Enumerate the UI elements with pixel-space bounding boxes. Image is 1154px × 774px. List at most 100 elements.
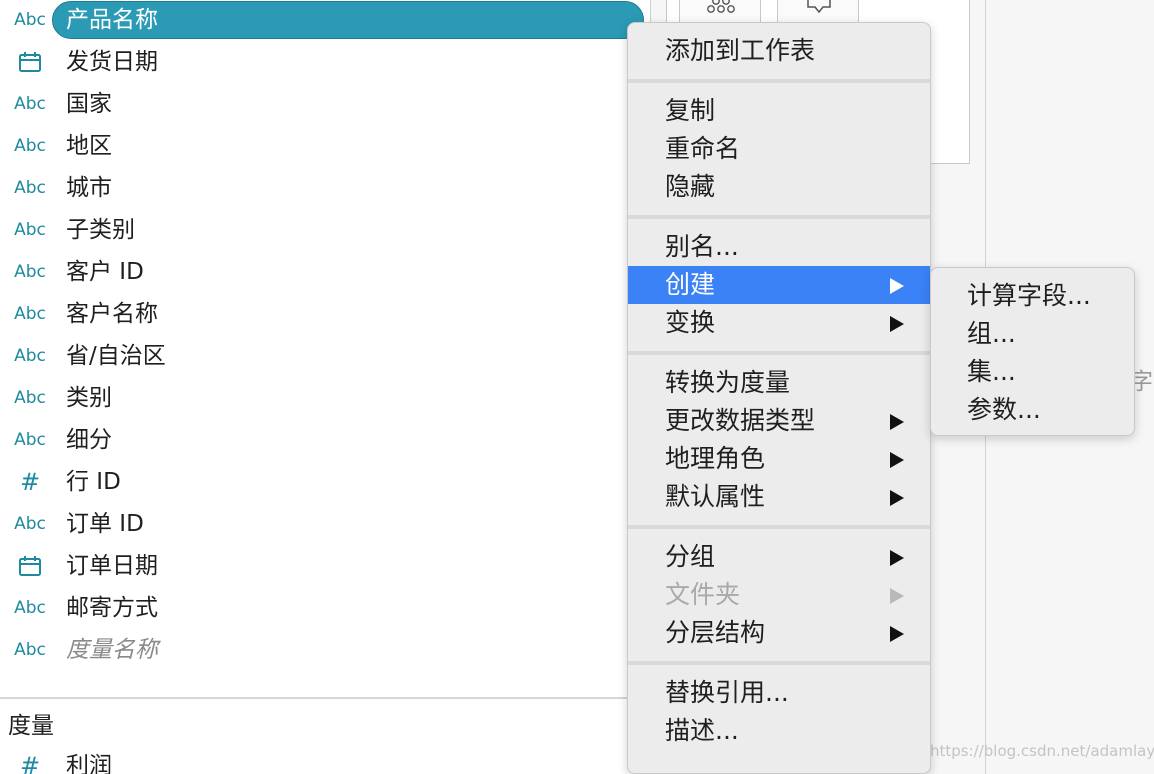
menu-separator: [628, 525, 930, 529]
menu-item[interactable]: 隐藏: [628, 168, 930, 206]
menu-item[interactable]: 添加到工作表: [628, 32, 930, 70]
submenu-item[interactable]: 组...: [931, 315, 1134, 353]
field-row[interactable]: 发货日期: [0, 43, 650, 81]
menu-item[interactable]: 变换: [628, 304, 930, 342]
submenu-item-label: 计算字段...: [967, 281, 1091, 310]
field-row[interactable]: Abc 细分: [0, 421, 650, 459]
menu-item[interactable]: 替换引用...: [628, 674, 930, 712]
abc-string-icon: Abc: [14, 94, 46, 114]
field-name: 订单 ID: [66, 511, 144, 537]
menu-item: 文件夹: [628, 576, 930, 614]
submenu-item-label: 参数...: [967, 395, 1041, 424]
field-row[interactable]: Abc 城市: [0, 169, 650, 207]
number-hash-icon: #: [19, 468, 41, 496]
menu-item[interactable]: 创建: [628, 266, 930, 304]
abc-string-icon: Abc: [14, 388, 46, 408]
menu-item-label: 更改数据类型: [665, 406, 816, 435]
tableau-workspace: Abc 产品名称发货日期 Abc 国家 Abc 地区 Abc 城市 Abc 子类别 Abc 客户 ID…: [0, 0, 1154, 774]
field-name: 子类别: [66, 217, 135, 243]
field-row[interactable]: Abc 国家: [0, 85, 650, 123]
menu-separator: [628, 79, 930, 83]
submenu-arrow-icon: [890, 550, 904, 566]
submenu-arrow-icon: [890, 278, 904, 294]
submenu-item[interactable]: 集...: [931, 353, 1134, 391]
abc-string-icon: Abc: [14, 136, 46, 156]
menu-item[interactable]: 更改数据类型: [628, 402, 930, 440]
menu-separator: [628, 661, 930, 665]
field-row[interactable]: Abc 省/自治区: [0, 337, 650, 375]
menu-item[interactable]: 地理角色: [628, 440, 930, 478]
menu-item-label: 创建: [665, 270, 716, 299]
abc-string-icon: Abc: [14, 178, 46, 198]
calendar-date-icon: [0, 547, 60, 585]
field-name: 类别: [66, 385, 112, 411]
menu-item-label: 分层结构: [665, 618, 766, 647]
field-name: 订单日期: [66, 553, 158, 579]
abc-string-icon: Abc: [14, 598, 46, 618]
field-name: 邮寄方式: [66, 595, 158, 621]
field-row[interactable]: Abc 邮寄方式: [0, 589, 650, 627]
measures-section-title: 度量: [8, 713, 54, 739]
field-context-menu: 添加到工作表复制 重命名隐藏别名... 创建变换转换为度量更改数据类型 地理角色默认属…: [627, 22, 931, 774]
field-row[interactable]: Abc 客户 ID: [0, 253, 650, 291]
calendar-date-icon: [0, 43, 60, 81]
field-name: 行 ID: [66, 469, 121, 495]
field-row[interactable]: 订单日期: [0, 547, 650, 585]
field-name: 客户 ID: [66, 259, 144, 285]
menu-item-label: 替换引用...: [665, 678, 789, 707]
field-row[interactable]: # 利润: [0, 747, 650, 774]
field-name: 客户名称: [66, 301, 158, 327]
menu-item[interactable]: 描述...: [628, 712, 930, 750]
abc-string-icon: Abc: [14, 346, 46, 366]
submenu-arrow-icon: [890, 588, 904, 604]
menu-item-label: 添加到工作表: [665, 36, 816, 65]
menu-item[interactable]: 默认属性: [628, 478, 930, 516]
submenu-item-label: 组...: [967, 319, 1016, 348]
menu-item-label: 别名...: [665, 232, 739, 261]
submenu-item-label: 集...: [967, 357, 1016, 386]
menu-item-label: 描述...: [665, 716, 739, 745]
menu-item[interactable]: 分层结构: [628, 614, 930, 652]
field-name: 发货日期: [66, 49, 158, 75]
menu-item[interactable]: 重命名: [628, 130, 930, 168]
field-row[interactable]: Abc 产品名称: [0, 1, 650, 39]
menu-item[interactable]: 转换为度量: [628, 364, 930, 402]
menu-item[interactable]: 别名...: [628, 228, 930, 266]
number-hash-icon: #: [19, 752, 41, 774]
field-row[interactable]: Abc 订单 ID: [0, 505, 650, 543]
field-row[interactable]: Abc 地区: [0, 127, 650, 165]
field-name: 细分: [66, 427, 112, 453]
menu-item-label: 隐藏: [665, 172, 716, 201]
field-name: 城市: [66, 175, 112, 201]
submenu-arrow-icon: [890, 490, 904, 506]
measures-divider: [0, 697, 650, 699]
menu-item-label: 转换为度量: [665, 368, 791, 397]
detail-dots-icon: [707, 0, 735, 13]
tooltip-bubble-icon: [807, 0, 831, 14]
menu-separator: [628, 351, 930, 355]
watermark: https://blog.csdn.net/adamlay: [930, 742, 1154, 760]
submenu-item[interactable]: 计算字段...: [931, 277, 1134, 315]
field-row[interactable]: Abc 子类别: [0, 211, 650, 249]
field-name: 利润: [66, 753, 112, 774]
menu-item[interactable]: 分组: [628, 538, 930, 576]
menu-item-label: 变换: [665, 308, 716, 337]
submenu-arrow-icon: [890, 316, 904, 332]
field-name: 省/自治区: [66, 343, 166, 369]
menu-item-label: 地理角色: [665, 444, 766, 473]
field-name: 地区: [66, 133, 112, 159]
menu-item[interactable]: 复制: [628, 92, 930, 130]
field-name: 国家: [66, 91, 112, 117]
create-submenu: 计算字段... 组... 集... 参数...: [930, 267, 1135, 436]
submenu-item[interactable]: 参数...: [931, 391, 1134, 429]
data-pane: Abc 产品名称发货日期 Abc 国家 Abc 地区 Abc 城市 Abc 子类别 Abc 客户 ID…: [0, 0, 650, 774]
menu-item-label: 默认属性: [665, 482, 766, 511]
submenu-arrow-icon: [890, 414, 904, 430]
abc-string-icon: Abc: [14, 304, 46, 324]
field-row[interactable]: Abc 度量名称: [0, 631, 650, 669]
field-row[interactable]: Abc 客户名称: [0, 295, 650, 333]
abc-string-icon: Abc: [14, 220, 46, 240]
abc-string-icon: Abc: [14, 262, 46, 282]
field-row[interactable]: Abc 类别: [0, 379, 650, 417]
field-row[interactable]: # 行 ID: [0, 463, 650, 501]
